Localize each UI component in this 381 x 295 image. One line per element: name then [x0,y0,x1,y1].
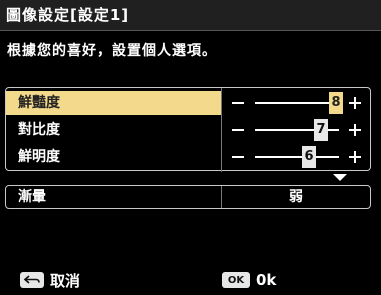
cancel-button[interactable]: 取消 [20,271,81,290]
slider-thumb-saturation[interactable]: 8 [329,92,343,114]
plus-icon-vertical[interactable] [354,124,356,136]
triangle-down-icon [333,174,347,181]
ok-key-icon: OK [222,272,250,288]
screen-title: 圖像設定[設定1] [6,6,130,24]
setting-row-sharpness[interactable]: 鮮明度 6 [6,142,370,172]
setting-label-sharpness: 鮮明度 [18,149,60,165]
return-arrow-icon [20,272,44,288]
setting-row-saturation[interactable]: 鮮豔度 8 [6,88,370,118]
ok-button[interactable]: OK 0k [222,271,276,289]
plus-icon-vertical[interactable] [354,97,356,109]
ok-label: 0k [256,271,277,289]
settings-panel: 鮮豔度 8 對比度 7 鮮明度 6 [5,87,371,172]
minus-icon[interactable] [232,129,244,131]
instruction-text: 根據您的喜好，設置個人選項。 [7,43,217,59]
plus-icon-vertical[interactable] [354,151,356,163]
slider-thumb-sharpness[interactable]: 6 [302,146,316,168]
setting-label-saturation: 鮮豔度 [6,91,221,115]
screen-header: 圖像設定[設定1] [0,0,381,31]
slider-thumb-contrast[interactable]: 7 [314,119,328,141]
slider-track[interactable] [255,102,339,104]
column-divider [221,88,222,118]
minus-icon[interactable] [232,156,244,158]
setting-label-vignette: 漸暈 [18,189,46,205]
slider-track[interactable] [255,156,339,158]
cancel-label: 取消 [50,271,81,290]
setting-label-contrast: 對比度 [18,122,60,138]
column-divider [221,142,222,172]
setting-row-vignette[interactable]: 漸暈 弱 [5,185,371,209]
setting-row-contrast[interactable]: 對比度 7 [6,115,370,145]
minus-icon[interactable] [232,102,244,104]
setting-value-vignette: 弱 [289,189,303,205]
column-divider [221,115,222,145]
